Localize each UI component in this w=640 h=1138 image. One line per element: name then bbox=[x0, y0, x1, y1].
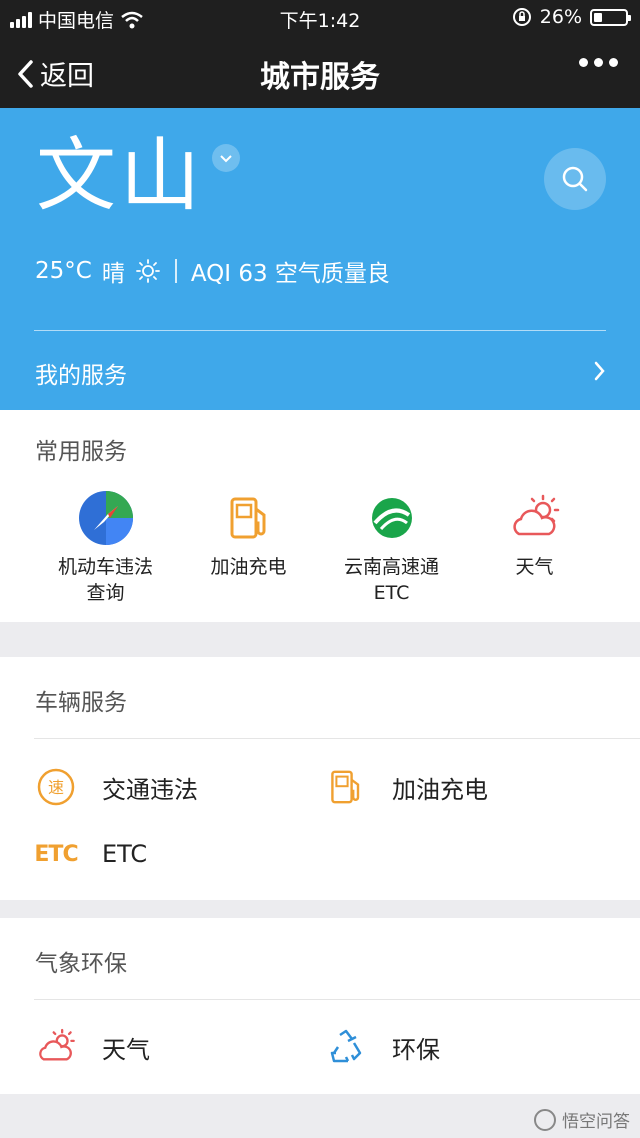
watermark-logo-icon bbox=[534, 1108, 556, 1131]
vehicle-services-section: 车辆服务 速 交通违法 加油充电 ETC ETC bbox=[0, 657, 640, 900]
service-etc[interactable]: ETC ETC bbox=[34, 834, 148, 874]
highway-logo-icon bbox=[364, 490, 420, 546]
section-title: 常用服务 bbox=[35, 439, 127, 465]
divider bbox=[34, 999, 640, 1000]
service-label: 加油充电 bbox=[210, 556, 287, 578]
search-button[interactable] bbox=[544, 148, 606, 210]
etc-icon: ETC bbox=[34, 834, 78, 874]
service-yunnan-etc[interactable]: 云南高速通 ETC bbox=[320, 490, 463, 606]
divider bbox=[34, 738, 640, 739]
city-header: 文山 25°C 晴 AQI 63 空气质量良 我的服务 bbox=[0, 108, 640, 410]
city-dropdown-button[interactable] bbox=[212, 144, 240, 172]
aqi-text: AQI 63 空气质量良 bbox=[190, 261, 390, 287]
service-vehicle-violation[interactable]: 机动车违法 查询 bbox=[34, 490, 177, 606]
weather-environment-section: 气象环保 天气 环保 bbox=[0, 918, 640, 1094]
etc-icon-text: ETC bbox=[34, 841, 78, 867]
service-weather[interactable]: 天气 bbox=[463, 490, 606, 606]
nav-bar: 返回 城市服务 bbox=[0, 40, 640, 104]
svg-text:速: 速 bbox=[48, 778, 64, 797]
page-title: 城市服务 bbox=[260, 60, 380, 95]
service-label: 天气 bbox=[515, 556, 554, 578]
header-divider bbox=[34, 330, 606, 331]
section-title: 车辆服务 bbox=[35, 690, 127, 716]
more-menu-button[interactable] bbox=[579, 58, 618, 67]
service-fuel-charging-row[interactable]: 加油充电 bbox=[326, 767, 488, 807]
service-label: ETC bbox=[102, 840, 148, 868]
weather-summary: 25°C 晴 AQI 63 空气质量良 bbox=[35, 254, 390, 288]
service-environment[interactable]: 环保 bbox=[326, 1027, 440, 1067]
status-bar: 中国电信 下午1:42 26% bbox=[0, 0, 640, 36]
search-icon bbox=[562, 166, 588, 192]
weather-condition: 晴 bbox=[101, 261, 125, 287]
recycle-icon bbox=[326, 1027, 366, 1067]
service-label: 环保 bbox=[392, 1035, 440, 1064]
top-bar: 中国电信 下午1:42 26% 返回 城市服务 bbox=[0, 0, 640, 108]
battery-percent: 26% bbox=[539, 6, 582, 28]
watermark: 悟空问答 bbox=[534, 1107, 630, 1132]
cloud-sun-icon bbox=[36, 1027, 76, 1067]
service-label: 天气 bbox=[102, 1035, 150, 1064]
violation-icon: 速 bbox=[36, 767, 76, 807]
fuel-pump-icon bbox=[326, 767, 366, 807]
cloud-sun-icon bbox=[507, 490, 563, 546]
chevron-down-icon bbox=[220, 155, 232, 163]
temperature: 25°C bbox=[35, 258, 92, 284]
service-label: 交通违法 bbox=[102, 775, 198, 804]
battery-icon bbox=[590, 8, 631, 26]
service-fuel-charging[interactable]: 加油充电 bbox=[177, 490, 320, 606]
service-label: 加油充电 bbox=[392, 775, 488, 804]
city-name[interactable]: 文山 bbox=[36, 136, 204, 216]
separator bbox=[174, 259, 177, 283]
fuel-pump-icon bbox=[221, 490, 277, 546]
service-label: 机动车违法 查询 bbox=[57, 556, 153, 604]
service-traffic-violation[interactable]: 速 交通违法 bbox=[36, 767, 198, 807]
compass-icon bbox=[78, 490, 134, 546]
rotation-lock-icon bbox=[512, 8, 531, 26]
chevron-right-icon bbox=[594, 361, 605, 381]
common-services-section: 常用服务 机动车违法 查询 加油充电 云南高速通 ETC 天气 bbox=[0, 410, 640, 622]
sun-icon bbox=[135, 259, 160, 283]
section-title: 气象环保 bbox=[35, 951, 127, 977]
watermark-text: 悟空问答 bbox=[562, 1112, 630, 1132]
service-weather-row[interactable]: 天气 bbox=[36, 1027, 150, 1067]
my-services-link[interactable]: 我的服务 bbox=[35, 356, 127, 390]
service-label: 云南高速通 ETC bbox=[343, 556, 439, 604]
